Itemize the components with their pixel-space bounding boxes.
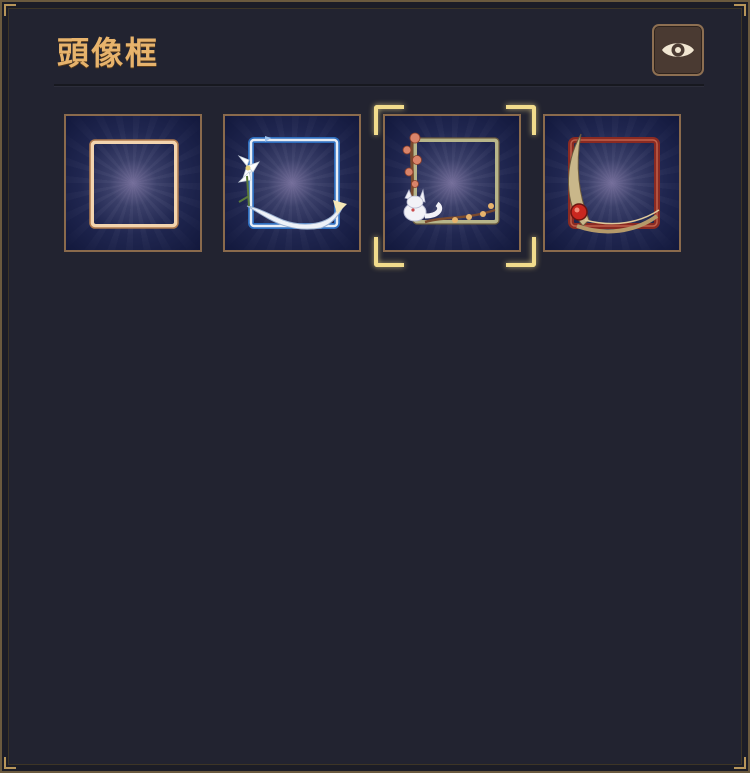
panel-corner-ornament [4,757,16,769]
selection-bracket-top-left [374,105,404,135]
selection-bracket-bottom-left [374,237,404,267]
panel-corner-ornament [734,4,746,16]
panel-corner-ornament [4,4,16,16]
header-divider [54,84,704,86]
avatar-frame-panel: 頭像框 [0,0,750,773]
frame-slot-crimson-feather[interactable] [543,114,681,252]
eye-icon [662,43,694,57]
frame-slot-lily-ribbon[interactable] [223,114,361,252]
frame-slot-basic-gold[interactable] [64,114,202,252]
panel-title: 頭像框 [57,34,160,72]
selection-bracket-bottom-right [506,237,536,267]
crimson-feather-frame-icon [567,133,660,234]
lily-ribbon-frame-icon [237,136,347,230]
preview-toggle-button[interactable] [652,24,704,76]
plum-blossom-fox-frame-icon [402,132,500,225]
panel-corner-ornament [734,757,746,769]
selection-bracket-top-right [506,105,536,135]
basic-gold-frame-icon [89,139,179,229]
